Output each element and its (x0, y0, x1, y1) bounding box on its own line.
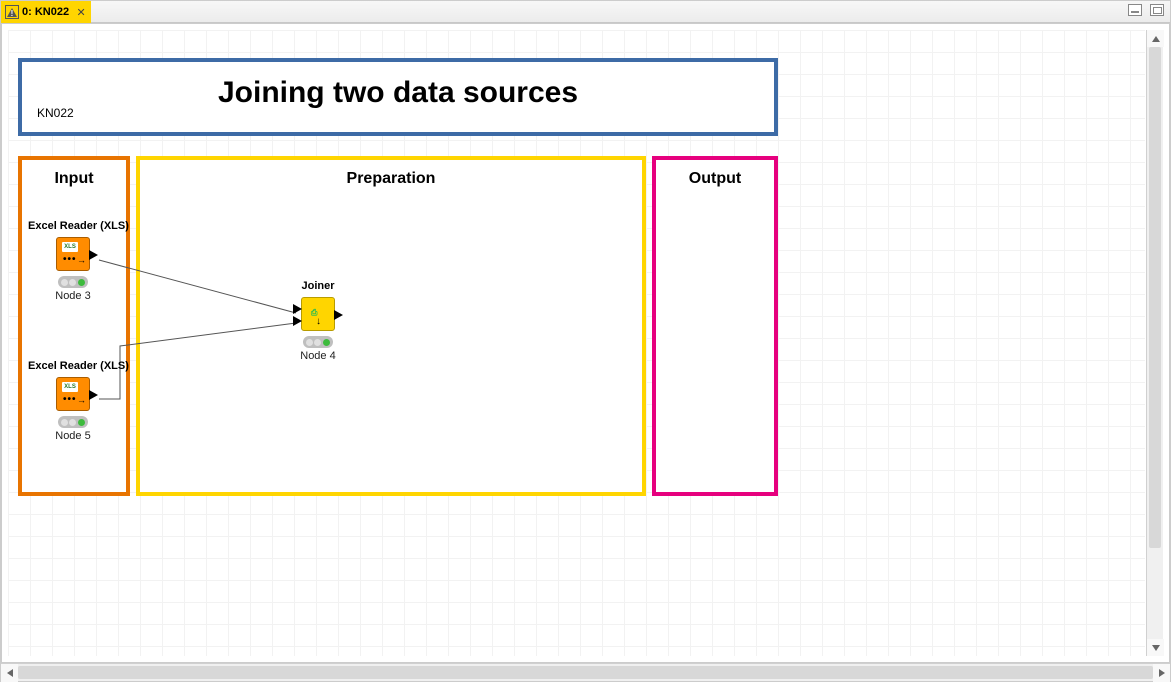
chevron-down-icon (1152, 645, 1160, 651)
vertical-scrollbar[interactable] (1146, 30, 1163, 656)
status-red (306, 339, 313, 346)
xls-icon: XLS (62, 382, 78, 392)
node-body[interactable]: XLS ••• → (56, 377, 90, 411)
chevron-right-icon (1159, 669, 1165, 677)
status-green (78, 279, 85, 286)
node-excel-reader-2[interactable]: Excel Reader (XLS) XLS ••• → Node 5 (28, 360, 118, 442)
arrow-icon: → (77, 255, 86, 265)
status-traffic-light (58, 276, 88, 288)
workflow-canvas[interactable]: Joining two data sources KN022 Input Pre… (8, 30, 1145, 656)
minimize-button[interactable] (1128, 4, 1142, 16)
editor-tabbar: 0: KN022 ✕ (1, 1, 1170, 23)
joiner-arrow-icon: ↓ (316, 316, 321, 327)
close-tab-button[interactable]: ✕ (75, 6, 87, 18)
node-joiner[interactable]: Joiner ⎙ ↓ Node 4 (273, 280, 363, 362)
status-red (61, 279, 68, 286)
chevron-left-icon (7, 669, 13, 677)
workflow-tab-label: 0: KN022 (22, 6, 69, 18)
node-id-label: Node 5 (28, 430, 118, 442)
input-port-bottom[interactable] (293, 316, 302, 326)
xls-icon: XLS (62, 242, 78, 252)
status-traffic-light (303, 336, 333, 348)
scroll-up-button[interactable] (1147, 30, 1164, 47)
horizontal-scrollbar[interactable] (1, 663, 1170, 681)
status-yellow (69, 419, 76, 426)
output-port[interactable] (334, 310, 343, 320)
node-type-label: Joiner (273, 280, 363, 292)
scroll-left-button[interactable] (1, 664, 18, 682)
node-id-label: Node 4 (273, 350, 363, 362)
workflow-tab[interactable]: 0: KN022 ✕ (1, 1, 91, 23)
horizontal-scroll-thumb[interactable] (18, 666, 1153, 679)
status-green (323, 339, 330, 346)
connections-layer (8, 30, 808, 530)
node-body[interactable]: XLS ••• → (56, 237, 90, 271)
workflow-icon (5, 5, 19, 19)
editor-area: Joining two data sources KN022 Input Pre… (1, 23, 1170, 663)
node-id-label: Node 3 (28, 290, 118, 302)
status-yellow (69, 279, 76, 286)
canvas-viewport-wrap: Joining two data sources KN022 Input Pre… (8, 30, 1145, 656)
status-red (61, 419, 68, 426)
connection-reader1-joiner[interactable] (99, 260, 296, 313)
vertical-scroll-thumb[interactable] (1149, 47, 1161, 548)
status-traffic-light (58, 416, 88, 428)
status-yellow (314, 339, 321, 346)
node-body[interactable]: ⎙ ↓ (301, 297, 335, 331)
node-excel-reader-1[interactable]: Excel Reader (XLS) XLS ••• → Node 3 (28, 220, 118, 302)
status-green (78, 419, 85, 426)
output-port[interactable] (89, 250, 98, 260)
dots-icon: ••• (63, 394, 77, 405)
canvas-viewport[interactable]: Joining two data sources KN022 Input Pre… (8, 30, 1145, 656)
window-controls (1128, 4, 1164, 16)
scroll-right-button[interactable] (1153, 664, 1170, 682)
input-port-top[interactable] (293, 304, 302, 314)
chevron-up-icon (1152, 36, 1160, 42)
maximize-button[interactable] (1150, 4, 1164, 16)
arrow-icon: → (77, 395, 86, 405)
output-port[interactable] (89, 390, 98, 400)
node-type-label: Excel Reader (XLS) (28, 220, 118, 232)
node-type-label: Excel Reader (XLS) (28, 360, 118, 372)
scroll-down-button[interactable] (1147, 639, 1164, 656)
dots-icon: ••• (63, 254, 77, 265)
